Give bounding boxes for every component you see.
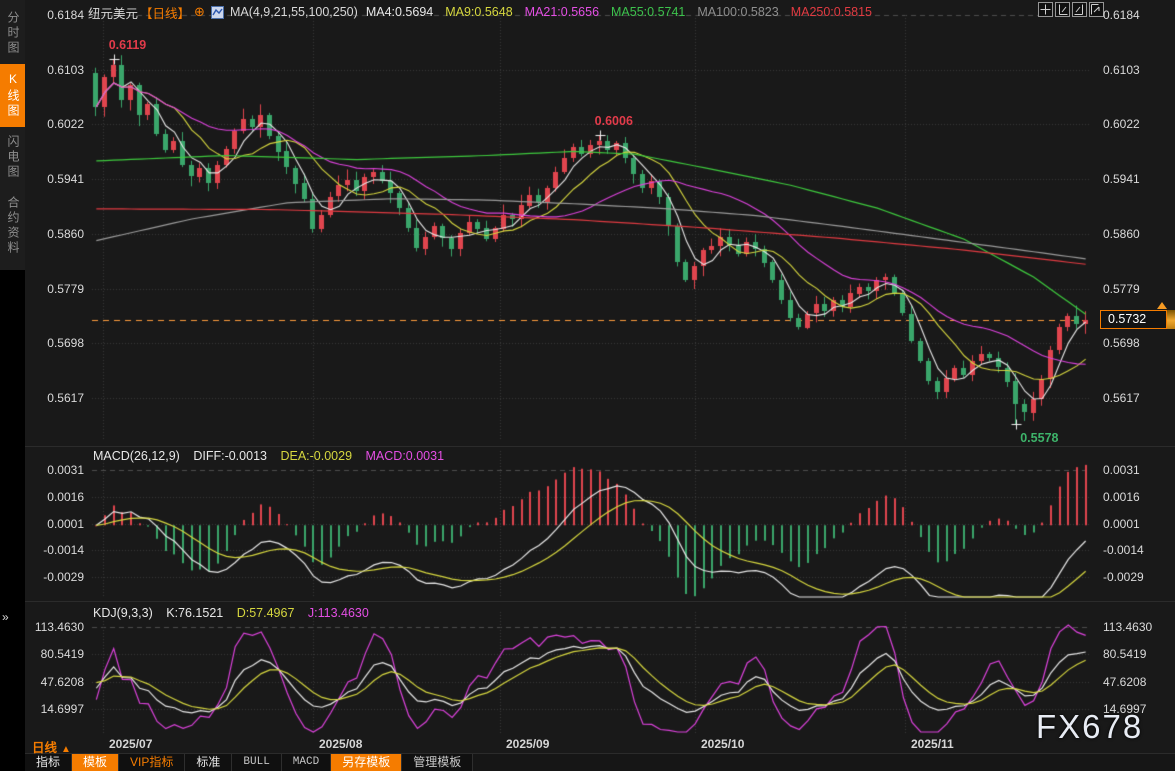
symbol-title: 纽元美元 [88, 3, 138, 22]
axis-label: 0.5779 [1103, 282, 1140, 296]
tab-模板[interactable]: 模板 [72, 754, 119, 771]
ma-values: MA4:0.5694 MA9:0.5648 MA21:0.5656 MA55:0.57… [366, 5, 884, 19]
tab-VIP指标[interactable]: VIP指标 [119, 754, 185, 771]
x-axis-month-label: 2025/07 [109, 737, 152, 751]
axis-label: 47.6208 [24, 675, 84, 689]
axis-label: 0.6103 [24, 63, 84, 77]
pan-icon[interactable] [1038, 2, 1053, 17]
ma-value: MA250:0.5815 [791, 5, 872, 19]
panel-separator [25, 446, 1175, 447]
axis-label: 0.5698 [24, 336, 84, 350]
axis-label: 0.0031 [24, 463, 84, 477]
axis-label: 0.6184 [24, 8, 84, 22]
tab-管理模板[interactable]: 管理模板 [402, 754, 473, 771]
axis-label: -0.0029 [1103, 570, 1144, 584]
axis-label: 0.6184 [1103, 8, 1140, 22]
ma-params-label: MA(4,9,21,55,100,250) [230, 5, 358, 19]
axis-label: 14.6997 [24, 702, 84, 716]
axis-label: 0.5617 [1103, 391, 1140, 405]
axis-label: 113.4630 [1103, 620, 1152, 634]
tab-MACD[interactable]: MACD [282, 754, 331, 771]
axis-label: 0.6022 [1103, 117, 1140, 131]
add-indicator-icon[interactable]: ⊕ [194, 4, 205, 20]
tab-指标[interactable]: 指标 [25, 754, 72, 771]
price-annotation: 0.5578 [1020, 431, 1058, 445]
expand-icon[interactable] [1089, 2, 1104, 17]
axis-label: 0.6022 [24, 117, 84, 131]
axis-label: 0.5860 [24, 227, 84, 241]
chart-canvas[interactable] [0, 0, 1175, 771]
tab-另存模板[interactable]: 另存模板 [331, 754, 402, 771]
axis-label: 0.0031 [1103, 463, 1140, 477]
panel-expand-icon[interactable]: » [2, 610, 9, 624]
axis-label: 47.6208 [1103, 675, 1146, 689]
sidebar-item-合约资料[interactable]: 合约资料 [0, 188, 25, 264]
watermark: FX678 [1036, 708, 1143, 746]
mini-chart-icon[interactable] [211, 6, 224, 19]
x-axis-month-label: 2025/08 [319, 737, 362, 751]
axis-label: 0.6103 [1103, 63, 1140, 77]
current-price-value: 0.5732 [1100, 310, 1167, 329]
axis-label: 0.5617 [24, 391, 84, 405]
x-axis-month-label: 2025/10 [701, 737, 744, 751]
x-axis-month-label: 2025/11 [911, 737, 954, 751]
price-annotation: 0.6119 [109, 38, 147, 52]
macd-bar-value: MACD:0.0031 [366, 449, 445, 463]
ma-value: MA21:0.5656 [525, 5, 599, 19]
sidebar: 分时图K线图闪电图合约资料 [0, 0, 25, 771]
ma-value: MA4:0.5694 [366, 5, 433, 19]
bottom-tab-bar: 指标模板VIP指标标准BULLMACD另存模板管理模板 [25, 754, 1175, 771]
ma-value: MA9:0.5648 [445, 5, 512, 19]
axis-label: 0.5941 [1103, 172, 1140, 186]
timeframe-label: 日线 [32, 741, 57, 755]
axis-label: 0.5860 [1103, 227, 1140, 241]
axis-label: 80.5419 [24, 647, 84, 661]
axis-label: -0.0029 [24, 570, 84, 584]
axis-label: 80.5419 [1103, 647, 1146, 661]
macd-dea-value: DEA:-0.0029 [280, 449, 352, 463]
axis-label: 0.0001 [1103, 517, 1140, 531]
window-controls [1038, 2, 1104, 17]
tab-标准[interactable]: 标准 [185, 754, 232, 771]
macd-title: MACD(26,12,9) [93, 449, 180, 463]
chart-header: 纽元美元 【日线】 ⊕ MA(4,9,21,55,100,250) MA4:0.… [88, 4, 884, 20]
scale-right-icon[interactable] [1072, 2, 1087, 17]
price-arrow-icon [1157, 302, 1167, 309]
axis-label: 0.0016 [1103, 490, 1140, 504]
panel-separator [25, 601, 1175, 602]
sidebar-item-分时图[interactable]: 分时图 [0, 3, 25, 64]
tab-BULL[interactable]: BULL [232, 754, 281, 771]
axis-label: 0.0001 [24, 517, 84, 531]
macd-header: MACD(26,12,9) DIFF:-0.0013 DEA:-0.0029 M… [93, 449, 454, 463]
axis-label: 0.5941 [24, 172, 84, 186]
macd-diff-value: DIFF:-0.0013 [193, 449, 267, 463]
sidebar-item-闪电图[interactable]: 闪电图 [0, 127, 25, 188]
kdj-title: KDJ(9,3,3) [93, 606, 153, 620]
kdj-j-value: J:113.4630 [308, 606, 369, 620]
sidebar-item-K线图[interactable]: K线图 [0, 64, 25, 127]
kdj-k-value: K:76.1521 [166, 606, 223, 620]
axis-label: 113.4630 [24, 620, 84, 634]
ma-value: MA100:0.5823 [697, 5, 778, 19]
ma-value: MA55:0.5741 [611, 5, 685, 19]
x-axis-month-label: 2025/09 [506, 737, 549, 751]
scale-left-icon[interactable] [1055, 2, 1070, 17]
axis-label: -0.0014 [24, 543, 84, 557]
kdj-d-value: D:57.4967 [237, 606, 295, 620]
price-annotation: 0.6006 [595, 114, 633, 128]
timeframe-tag: 【日线】 [140, 3, 190, 22]
axis-label: 0.5779 [24, 282, 84, 296]
kdj-header: KDJ(9,3,3) K:76.1521 D:57.4967 J:113.463… [93, 606, 379, 620]
axis-label: 0.0016 [24, 490, 84, 504]
axis-label: 0.5698 [1103, 336, 1140, 350]
axis-label: -0.0014 [1103, 543, 1144, 557]
